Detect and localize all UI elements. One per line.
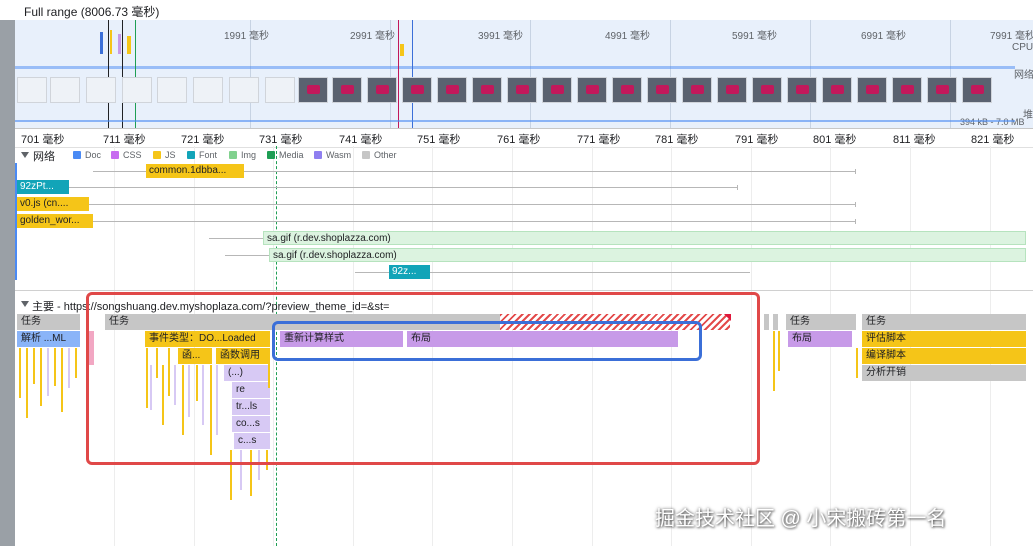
- network-request[interactable]: 92zPt...: [17, 180, 69, 194]
- network-request[interactable]: sa.gif (r.dev.shoplazza.com): [269, 248, 1026, 262]
- ruler-tick: 811 毫秒: [893, 134, 936, 146]
- ruler-tick: 721 毫秒: [181, 134, 225, 146]
- blue-highlight-box: [272, 321, 702, 361]
- ruler-tick: 781 毫秒: [655, 134, 699, 146]
- flame-evaluate-script[interactable]: 评估脚本: [862, 331, 1026, 347]
- network-request[interactable]: golden_wor...: [17, 214, 93, 228]
- ruler-tick: 711 毫秒: [103, 134, 146, 146]
- ruler-tick: 801 毫秒: [813, 134, 857, 146]
- ruler-tick: 751 毫秒: [417, 134, 461, 146]
- net-overview-label: 网络: [1014, 70, 1033, 81]
- timeline-overview[interactable]: 1991 毫秒 2991 毫秒 3991 毫秒 4991 毫秒 5991 毫秒 …: [15, 20, 1033, 148]
- overview-tick: 5991 毫秒: [732, 31, 778, 42]
- flame-compile-script[interactable]: 编译脚本: [862, 348, 1026, 364]
- network-request[interactable]: 92z...: [389, 265, 430, 279]
- flame-task[interactable]: [773, 314, 778, 330]
- legend-wasm: Wasm: [314, 150, 351, 160]
- flame-task[interactable]: 任务: [786, 314, 856, 330]
- flame-parse-html[interactable]: 解析 ...ML: [17, 331, 80, 347]
- flame-task[interactable]: [764, 314, 769, 330]
- full-range-label: Full range (8006.73 毫秒): [24, 5, 160, 19]
- overview-tick: 4991 毫秒: [605, 31, 651, 42]
- flame-parse-cost[interactable]: 分析开销: [862, 365, 1026, 381]
- flame-task[interactable]: 任务: [862, 314, 1026, 330]
- collapse-triangle-icon[interactable]: [21, 301, 29, 307]
- ruler-tick: 791 毫秒: [735, 134, 779, 146]
- left-gutter: [0, 20, 15, 546]
- cpu-label: CPU: [1012, 42, 1033, 53]
- collapse-triangle-icon[interactable]: [21, 152, 29, 158]
- ruler-tick: 771 毫秒: [577, 134, 621, 146]
- flame-layout[interactable]: 布局: [788, 331, 852, 347]
- overview-tick: 7991 毫秒: [990, 31, 1033, 42]
- ruler-tick: 761 毫秒: [497, 134, 541, 146]
- overview-tick: 1991 毫秒: [224, 31, 270, 42]
- heap-range-label: 394 kB - 7.0 MB: [960, 117, 1025, 127]
- legend-img: Img: [229, 150, 256, 160]
- overview-tick: 6991 毫秒: [861, 31, 907, 42]
- legend-other: Other: [362, 150, 397, 160]
- legend-doc: Doc: [73, 150, 101, 160]
- flame-task[interactable]: 任务: [17, 314, 80, 330]
- range-header: Full range (8006.73 毫秒): [0, 0, 1033, 20]
- ruler-tick: 821 毫秒: [971, 134, 1015, 146]
- ruler-tick: 741 毫秒: [339, 134, 383, 146]
- network-request[interactable]: v0.js (cn....: [17, 197, 89, 211]
- legend-css: CSS: [111, 150, 142, 160]
- ruler-tick: 701 毫秒: [21, 134, 65, 146]
- legend-font: Font: [187, 150, 217, 160]
- network-track-header[interactable]: 网络 Doc CSS JS Font Img Media Wasm Other: [15, 147, 1033, 163]
- legend-media: Media: [267, 150, 304, 160]
- overview-tick: 3991 毫秒: [478, 31, 524, 42]
- overview-tick: 2991 毫秒: [350, 31, 396, 42]
- ruler-tick: 731 毫秒: [259, 134, 303, 146]
- watermark: 掘金技术社区 @ 小宋搬砖第一名: [655, 508, 947, 530]
- time-ruler[interactable]: 701 毫秒 711 毫秒 721 毫秒 731 毫秒 741 毫秒 751 毫…: [15, 128, 1033, 148]
- network-request[interactable]: common.1dbba...: [146, 164, 244, 178]
- network-title: 网络: [33, 151, 55, 163]
- network-request[interactable]: sa.gif (r.dev.shoplazza.com): [263, 231, 1026, 245]
- red-highlight-box: [86, 292, 760, 465]
- legend-js: JS: [153, 150, 176, 160]
